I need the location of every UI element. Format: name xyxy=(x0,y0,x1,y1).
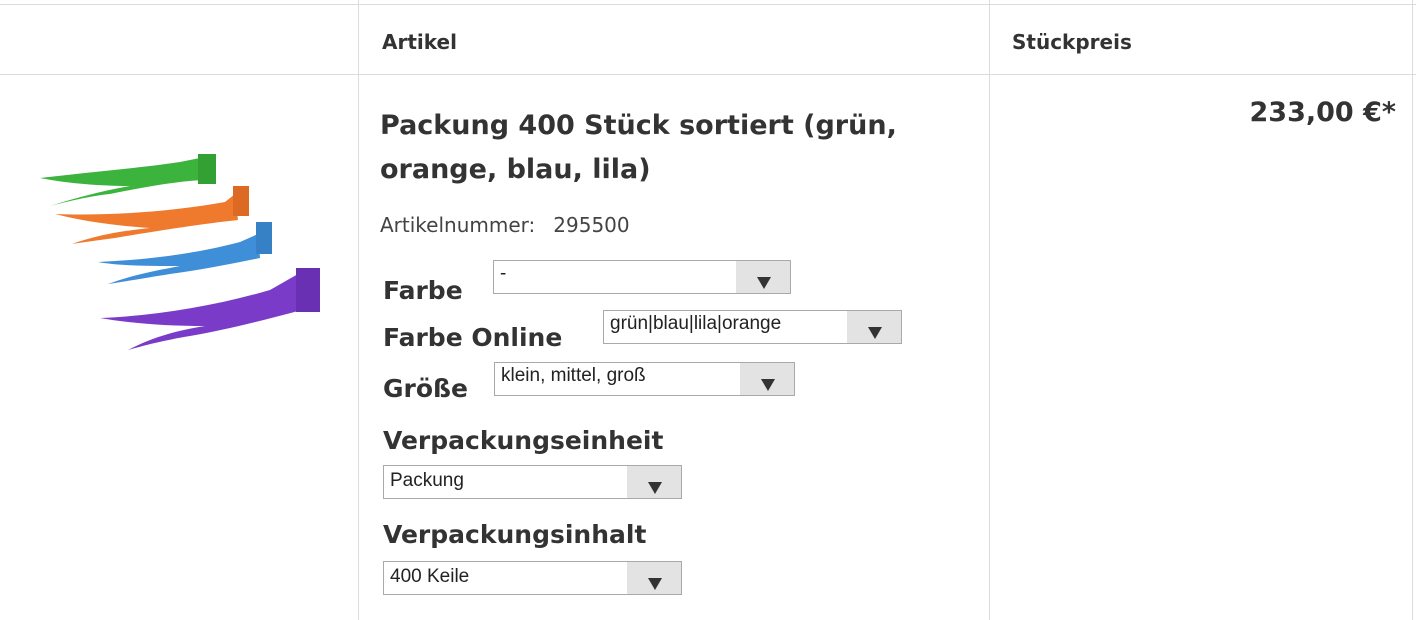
unit-price: 233,00 €* xyxy=(1249,97,1397,128)
groesse-select-value: klein, mittel, groß xyxy=(501,365,646,386)
product-table: Artikel Stückpreis Packung 400 Stück sor… xyxy=(0,0,1416,620)
groesse-select[interactable]: klein, mittel, groß xyxy=(494,362,795,396)
option-label-farbe-online: Farbe Online xyxy=(383,323,563,352)
option-label-verpackungsinhalt: Verpackungsinhalt xyxy=(383,520,647,549)
table-top-border xyxy=(0,4,1416,5)
chevron-down-icon[interactable] xyxy=(627,562,681,594)
header-artikel: Artikel xyxy=(382,30,457,54)
farbe-online-select-value: grün|blau|lila|orange xyxy=(610,313,782,334)
orange-wedge xyxy=(55,186,249,244)
product-image[interactable] xyxy=(30,150,340,360)
verpackungseinheit-select[interactable]: Packung xyxy=(383,465,682,499)
header-divider xyxy=(0,74,1416,75)
option-label-groesse: Größe xyxy=(383,374,468,403)
chevron-down-icon[interactable] xyxy=(627,466,681,498)
farbe-online-select[interactable]: grün|blau|lila|orange xyxy=(603,310,902,344)
column-divider xyxy=(358,0,359,620)
farbe-select-value: - xyxy=(500,263,507,284)
chevron-down-icon[interactable] xyxy=(847,311,901,343)
article-number: Artikelnummer: 295500 xyxy=(380,213,630,237)
option-label-farbe: Farbe xyxy=(383,276,463,305)
farbe-select[interactable]: - xyxy=(493,260,791,294)
option-label-verpackungseinheit: Verpackungseinheit xyxy=(383,426,664,455)
purple-wedge xyxy=(100,268,320,350)
table-right-border xyxy=(1412,0,1413,620)
column-divider xyxy=(989,0,990,620)
header-stueckpreis: Stückpreis xyxy=(1012,30,1132,54)
green-wedge xyxy=(40,154,216,206)
verpackungsinhalt-select[interactable]: 400 Keile xyxy=(383,561,682,595)
article-number-value: 295500 xyxy=(553,213,630,237)
chevron-down-icon[interactable] xyxy=(740,363,794,395)
verpackungsinhalt-select-value: 400 Keile xyxy=(390,566,470,587)
article-number-label: Artikelnummer: xyxy=(380,213,536,237)
product-title[interactable]: Packung 400 Stück sortiert (grün, orange… xyxy=(380,104,950,192)
verpackungseinheit-select-value: Packung xyxy=(390,470,464,491)
chevron-down-icon[interactable] xyxy=(736,261,790,293)
